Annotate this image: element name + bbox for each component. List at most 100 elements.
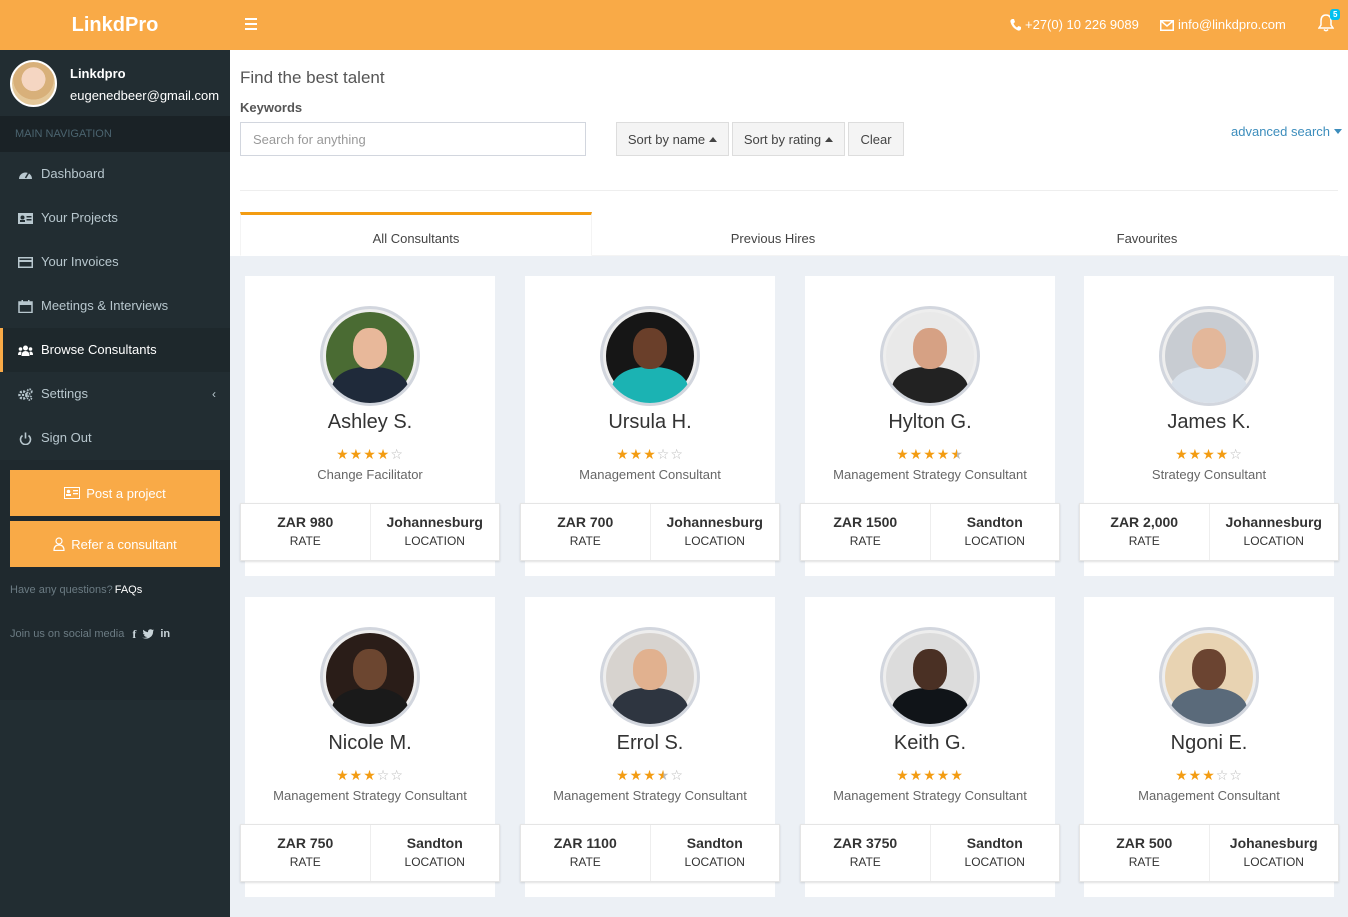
sidebar-item-dashboard[interactable]: Dashboard xyxy=(0,152,230,196)
divider xyxy=(240,190,1338,191)
consultant-photo[interactable] xyxy=(320,306,420,406)
consultant-stats: ZAR 750 RATE Sandton LOCATION xyxy=(240,824,500,882)
consultant-role: Management Strategy Consultant xyxy=(553,788,747,803)
sidebar-item-your-invoices[interactable]: Your Invoices xyxy=(0,240,230,284)
location-value: Johannesburg xyxy=(666,514,763,530)
rate-value: ZAR 700 xyxy=(557,514,614,530)
consultant-name[interactable]: Hylton G. xyxy=(805,411,1055,434)
star-rating: ★★★☆☆ xyxy=(525,446,775,463)
sort-by-rating-label: Sort by rating xyxy=(743,131,822,147)
rate-label: RATE xyxy=(1128,534,1160,548)
phone-icon xyxy=(1010,19,1021,31)
keywords-label: Keywords xyxy=(240,100,303,115)
sidebar-item-your-projects[interactable]: Your Projects xyxy=(0,196,230,240)
header-email[interactable]: info@linkdpro.com xyxy=(1160,0,1286,50)
advanced-search-link[interactable]: advanced search xyxy=(1231,124,1343,139)
sort-by-rating-button[interactable]: Sort by rating xyxy=(732,122,845,156)
sidebar: Linkdpro eugenedbeer@gmail.com MAIN NAVI… xyxy=(0,50,230,917)
social-text: Join us on social media xyxy=(10,628,125,640)
location-value: Sandton xyxy=(406,835,463,851)
sidebar-item-label: Your Invoices xyxy=(41,254,119,269)
avatar xyxy=(10,60,57,107)
star-full-icon: ★ xyxy=(643,446,657,462)
post-project-button[interactable]: Post a project xyxy=(10,470,220,516)
twitter-icon[interactable] xyxy=(142,629,155,639)
consultant-photo[interactable] xyxy=(600,306,700,406)
sidebar-item-sign-out[interactable]: Sign Out xyxy=(0,416,230,460)
consultant-name[interactable]: Nicole M. xyxy=(245,732,495,755)
facebook-icon[interactable]: f xyxy=(132,627,136,642)
app-logo[interactable]: LinkdPro xyxy=(0,0,230,50)
star-rating: ★★★★★ xyxy=(805,446,1055,463)
consultant-photo[interactable] xyxy=(320,627,420,727)
refer-consultant-button[interactable]: Refer a consultant xyxy=(10,521,220,567)
tab-favourites[interactable]: Favourites xyxy=(954,212,1340,256)
sidebar-item-label: Your Projects xyxy=(41,210,118,225)
location-label: LOCATION xyxy=(964,534,1025,548)
consultant-card[interactable]: Ashley S. ★★★★☆ Change Facilitator ZAR 980 R… xyxy=(240,276,500,576)
consultant-card[interactable]: Ursula H. ★★★☆☆ Management Consultant ZAR 7… xyxy=(520,276,780,576)
page-title: Find the best talent xyxy=(240,68,385,87)
star-empty-icon: ☆ xyxy=(656,446,671,462)
star-full-icon: ★ xyxy=(936,767,951,783)
caret-up-icon xyxy=(709,136,718,142)
tab-previous-hires[interactable]: Previous Hires xyxy=(592,212,954,256)
rate-stat: ZAR 980 RATE xyxy=(241,504,370,560)
tab-all-consultants[interactable]: All Consultants xyxy=(240,212,592,256)
location-stat: Sandton LOCATION xyxy=(369,825,500,881)
faqs-link[interactable]: FAQs xyxy=(115,584,143,596)
consultant-card[interactable]: Keith G. ★★★★★ Management Strategy Consult… xyxy=(800,597,1060,897)
consultant-card[interactable]: Hylton G. ★★★★★ Management Strategy Consul… xyxy=(800,276,1060,576)
rate-label: RATE xyxy=(289,534,321,548)
consultant-name[interactable]: Ashley S. xyxy=(245,411,495,434)
consultant-photo[interactable] xyxy=(600,627,700,727)
star-full-icon: ★ xyxy=(643,767,657,783)
questions-line: Have any questions? FAQs xyxy=(0,583,230,597)
user-email: eugenedbeer@gmail.com xyxy=(70,88,220,103)
linkedin-icon[interactable]: in xyxy=(160,628,170,640)
sidebar-item-label: Settings xyxy=(41,386,88,401)
consultant-photo[interactable] xyxy=(880,306,980,406)
location-label: LOCATION xyxy=(404,855,465,869)
rate-stat: ZAR 2,000 RATE xyxy=(1080,504,1209,560)
id-card-icon xyxy=(18,212,33,224)
consultant-card[interactable]: Errol S. ★★★★☆ Management Strategy Consult… xyxy=(520,597,780,897)
consultant-name[interactable]: James K. xyxy=(1084,411,1334,434)
power-icon xyxy=(19,432,32,445)
sidebar-item-meetings[interactable]: Meetings & Interviews xyxy=(0,284,230,328)
notifications-button[interactable]: 5 xyxy=(1317,9,1341,36)
sort-by-name-button[interactable]: Sort by name xyxy=(616,122,729,156)
consultant-name[interactable]: Ursula H. xyxy=(525,411,775,434)
consultant-card[interactable]: Ngoni E. ★★★☆☆ Management Consultant ZAR 50… xyxy=(1079,597,1339,897)
consultant-card[interactable]: Nicole M. ★★★☆☆ Management Strategy Consul… xyxy=(240,597,500,897)
location-stat: Johannesburg LOCATION xyxy=(369,504,500,560)
star-full-icon: ★ xyxy=(923,446,937,462)
rate-label: RATE xyxy=(569,534,601,548)
star-full-icon: ★ xyxy=(909,767,924,783)
sidebar-item-label: Dashboard xyxy=(41,166,105,181)
sidebar-item-settings[interactable]: Settings ‹ xyxy=(0,372,230,416)
consultant-card[interactable]: James K. ★★★★☆ Strategy Consultant ZAR 2,00… xyxy=(1079,276,1339,576)
gears-icon xyxy=(18,387,33,401)
clear-button[interactable]: Clear xyxy=(848,122,904,156)
menu-toggle-icon[interactable] xyxy=(242,15,260,35)
consultant-name[interactable]: Keith G. xyxy=(805,732,1055,755)
rate-value: ZAR 2,000 xyxy=(1110,514,1179,530)
sidebar-item-browse-consultants[interactable]: Browse Consultants xyxy=(0,328,230,372)
star-full-icon: ★ xyxy=(629,767,644,783)
location-stat: Johannesburg LOCATION xyxy=(649,504,780,560)
location-label: LOCATION xyxy=(404,534,465,548)
location-value: Sandton xyxy=(966,835,1023,851)
consultant-photo[interactable] xyxy=(1159,306,1259,406)
consultant-role: Management Consultant xyxy=(579,467,721,482)
email-text: info@linkdpro.com xyxy=(1178,17,1286,32)
star-full-icon: ★ xyxy=(616,767,630,783)
consultant-name[interactable]: Errol S. xyxy=(525,732,775,755)
search-input[interactable] xyxy=(240,122,586,156)
consultant-name[interactable]: Ngoni E. xyxy=(1084,732,1334,755)
consultant-stats: ZAR 700 RATE Johannesburg LOCATION xyxy=(520,503,780,561)
consultant-photo[interactable] xyxy=(1159,627,1259,727)
consultant-photo[interactable] xyxy=(880,627,980,727)
refer-consultant-label: Refer a consultant xyxy=(71,536,177,552)
location-label: LOCATION xyxy=(1243,534,1304,548)
